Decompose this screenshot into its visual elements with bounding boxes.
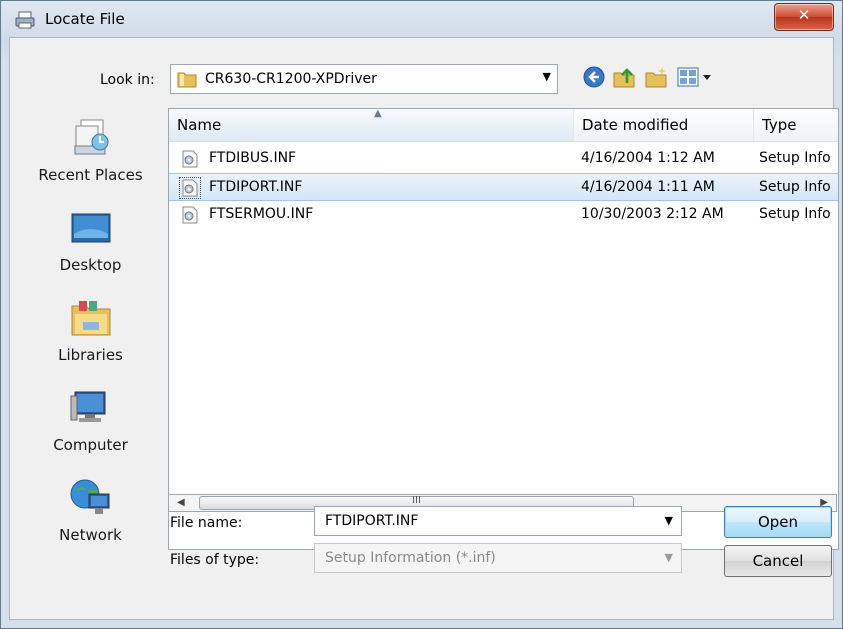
place-network[interactable]: Network bbox=[18, 476, 163, 544]
chevron-down-icon[interactable]: ▼ bbox=[665, 514, 673, 527]
place-label: Libraries bbox=[58, 346, 123, 364]
look-in-value: CR630-CR1200-XPDriver bbox=[205, 71, 377, 87]
place-label: Desktop bbox=[59, 256, 122, 274]
open-button[interactable]: Open bbox=[724, 506, 832, 538]
dialog-body: Look in: CR630-CR1200-XPDriver ▼ Recent … bbox=[9, 37, 839, 620]
place-label: Computer bbox=[53, 436, 128, 454]
place-computer[interactable]: Computer bbox=[18, 386, 163, 454]
scroll-left-icon[interactable]: ◀ bbox=[177, 495, 185, 511]
title-bar[interactable]: Locate File ✕ bbox=[1, 1, 842, 37]
file-date: 4/16/2004 1:11 AM bbox=[581, 179, 715, 195]
desktop-icon bbox=[71, 213, 110, 243]
look-in-label: Look in: bbox=[100, 72, 155, 88]
inf-file-icon bbox=[182, 150, 198, 168]
folder-icon bbox=[177, 72, 197, 88]
sort-ascending-icon: ▲ bbox=[374, 108, 382, 119]
window-title: Locate File bbox=[45, 10, 125, 28]
cancel-button[interactable]: Cancel bbox=[724, 545, 832, 577]
file-type: Setup Info bbox=[759, 179, 831, 195]
column-header-label: Type bbox=[762, 116, 797, 134]
file-name: FTDIBUS.INF bbox=[209, 150, 297, 166]
place-libraries[interactable]: Libraries bbox=[18, 296, 163, 364]
file-type-value: Setup Information (*.inf) bbox=[325, 550, 496, 566]
column-header-type[interactable]: Type bbox=[754, 109, 838, 141]
close-icon: ✕ bbox=[797, 6, 811, 24]
file-date: 4/16/2004 1:12 AM bbox=[581, 150, 715, 166]
file-date: 10/30/2003 2:12 AM bbox=[581, 206, 724, 222]
file-name-label: File name: bbox=[170, 515, 243, 531]
look-in-combo[interactable]: CR630-CR1200-XPDriver ▼ bbox=[170, 64, 558, 94]
printer-icon bbox=[15, 11, 35, 29]
column-header-label: Date modified bbox=[582, 116, 689, 134]
recent-places-icon bbox=[74, 119, 108, 155]
inf-file-icon bbox=[179, 177, 201, 199]
file-list[interactable]: ▲ Name Date modified Type FTDIBUS.INF 4/… bbox=[168, 108, 839, 550]
file-row-selected[interactable]: FTDIPORT.INF 4/16/2004 1:11 AM Setup Inf… bbox=[169, 173, 838, 201]
file-type-label: Files of type: bbox=[170, 552, 260, 568]
column-header-name[interactable]: ▲ Name bbox=[169, 109, 574, 141]
view-menu-icon[interactable] bbox=[676, 65, 716, 89]
libraries-icon bbox=[71, 301, 110, 336]
chevron-down-icon[interactable]: ▼ bbox=[665, 551, 673, 564]
place-recent-places[interactable]: Recent Places bbox=[18, 116, 163, 184]
column-header-label: Name bbox=[177, 116, 222, 134]
file-name-combo[interactable]: FTDIPORT.INF ▼ bbox=[314, 506, 682, 536]
network-icon bbox=[70, 479, 109, 514]
back-icon[interactable] bbox=[582, 65, 606, 89]
file-row[interactable]: FTSERMOU.INF 10/30/2003 2:12 AM Setup In… bbox=[169, 201, 838, 229]
file-name: FTSERMOU.INF bbox=[209, 206, 314, 222]
computer-icon bbox=[70, 391, 105, 422]
place-label: Recent Places bbox=[38, 166, 143, 184]
place-label: Network bbox=[59, 526, 122, 544]
file-name: FTDIPORT.INF bbox=[209, 179, 303, 195]
inf-file-icon bbox=[182, 206, 198, 224]
column-header-date[interactable]: Date modified bbox=[574, 109, 754, 141]
column-headers: ▲ Name Date modified Type bbox=[169, 109, 838, 142]
file-row[interactable]: FTDIBUS.INF 4/16/2004 1:12 AM Setup Info bbox=[169, 145, 838, 173]
grip-icon: III bbox=[412, 495, 421, 506]
locate-file-dialog: Locate File ✕ Look in: CR630-CR1200-XPDr… bbox=[0, 0, 843, 629]
file-type-combo[interactable]: Setup Information (*.inf) ▼ bbox=[314, 543, 682, 573]
up-folder-icon[interactable] bbox=[612, 65, 636, 89]
chevron-down-icon[interactable]: ▼ bbox=[543, 70, 551, 83]
place-desktop[interactable]: Desktop bbox=[18, 206, 163, 274]
file-type: Setup Info bbox=[759, 206, 831, 222]
new-folder-icon[interactable] bbox=[644, 65, 668, 89]
close-button[interactable]: ✕ bbox=[774, 3, 834, 31]
file-type: Setup Info bbox=[759, 150, 831, 166]
places-bar: Recent Places Desktop Libraries Computer… bbox=[18, 108, 163, 588]
file-name-input[interactable]: FTDIPORT.INF bbox=[325, 513, 418, 529]
